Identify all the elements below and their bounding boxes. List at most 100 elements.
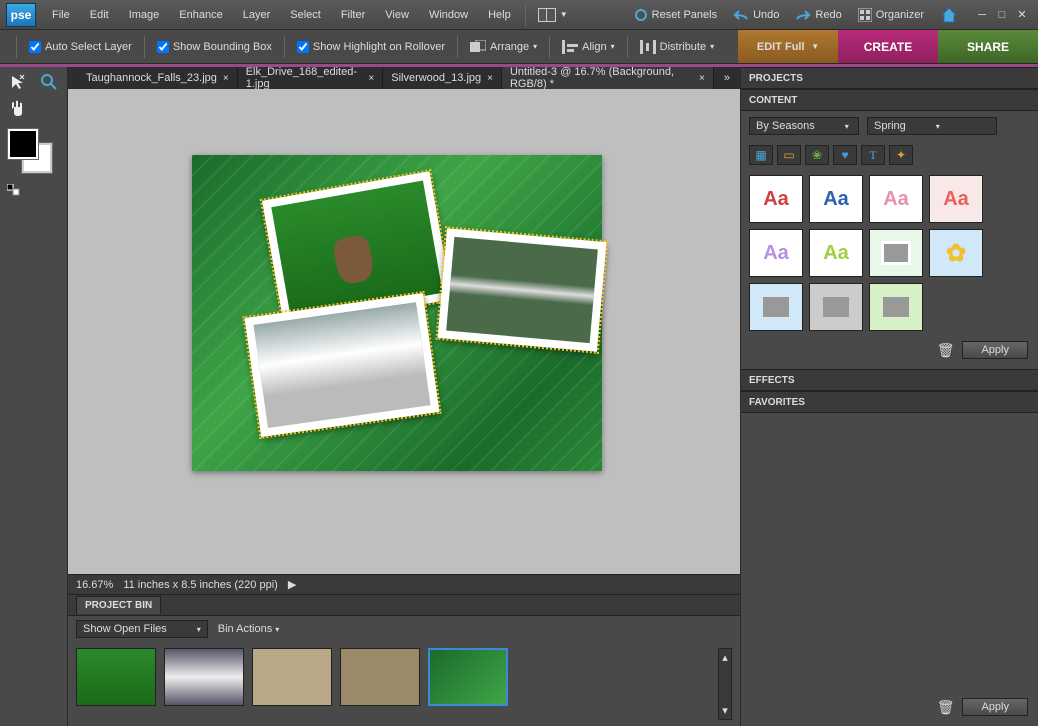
content-filter-themes-icon[interactable]: ✦ (889, 145, 913, 165)
gallery-item[interactable]: Aa (749, 175, 803, 223)
toolbox (0, 67, 68, 726)
menu-edit[interactable]: Edit (80, 0, 119, 29)
canvas-area[interactable] (68, 89, 740, 574)
home-button[interactable] (932, 0, 966, 29)
gallery-item[interactable]: Aa (929, 175, 983, 223)
content-filter-graphics-icon[interactable]: ❀ (805, 145, 829, 165)
content-filter-frames-icon[interactable]: ▭ (777, 145, 801, 165)
favorites-panel-header[interactable]: FAVORITES (741, 391, 1038, 413)
redo-button[interactable]: Redo (787, 0, 849, 29)
content-filter-shapes-icon[interactable]: ♥ (833, 145, 857, 165)
distribute-icon (640, 40, 656, 54)
zoom-tool[interactable] (36, 71, 64, 93)
hand-tool[interactable] (4, 97, 32, 119)
undo-button[interactable]: Undo (725, 0, 787, 29)
show-bounding-box-checkbox[interactable]: Show Bounding Box (149, 41, 280, 53)
doc-dimensions: 11 inches x 8.5 inches (220 ppi) (123, 579, 278, 591)
close-tab-icon[interactable]: × (368, 73, 374, 84)
content-filter-value[interactable]: Spring (867, 117, 997, 135)
app-logo: pse (6, 3, 36, 27)
menu-view[interactable]: View (375, 0, 419, 29)
menu-enhance[interactable]: Enhance (169, 0, 232, 29)
tabs-overflow[interactable]: » (714, 67, 740, 89)
gallery-item[interactable]: Aa (749, 229, 803, 277)
effects-panel-header[interactable]: EFFECTS (741, 369, 1038, 391)
undo-icon (733, 9, 749, 21)
content-gallery: Aa Aa Aa Aa Aa Aa ✿ (749, 169, 1030, 337)
menu-image[interactable]: Image (119, 0, 170, 29)
gallery-item[interactable]: ✿ (929, 229, 983, 277)
layout-picker[interactable]: ▼ (530, 0, 576, 29)
trash-icon[interactable]: 🗑 (937, 699, 955, 716)
color-swatches[interactable] (8, 129, 56, 177)
close-tab-icon[interactable]: × (487, 73, 493, 84)
document-tab[interactable]: Taughannock_Falls_23.jpg× (78, 67, 238, 89)
reset-icon (634, 8, 648, 22)
menu-window[interactable]: Window (419, 0, 478, 29)
gallery-item[interactable] (749, 283, 803, 331)
bin-actions-button[interactable]: Bin Actions ▾ (218, 623, 280, 635)
document-tab[interactable]: Silverwood_13.jpg× (383, 67, 502, 89)
distribute-button[interactable]: Distribute▾ (632, 40, 722, 54)
document-tab[interactable]: Untitled-3 @ 16.7% (Background, RGB/8) *… (502, 67, 714, 89)
document-canvas[interactable] (192, 155, 602, 471)
mode-create-tab[interactable]: CREATE (838, 30, 938, 63)
arrange-icon (470, 40, 486, 54)
gallery-item[interactable] (869, 229, 923, 277)
auto-select-layer-checkbox[interactable]: Auto Select Layer (21, 41, 140, 53)
bin-thumb[interactable] (164, 648, 244, 706)
placed-photo[interactable] (245, 293, 440, 437)
reset-panels-button[interactable]: Reset Panels (626, 0, 725, 29)
align-button[interactable]: Align▾ (554, 40, 622, 54)
mode-share-tab[interactable]: SHARE (938, 30, 1038, 63)
highlight-rollover-checkbox[interactable]: Show Highlight on Rollover (289, 41, 453, 53)
gallery-item[interactable]: Aa (869, 175, 923, 223)
home-icon (940, 6, 958, 24)
bin-thumb[interactable] (428, 648, 508, 706)
close-button[interactable]: ✕ (1016, 9, 1028, 21)
arrange-button[interactable]: Arrange▾ (462, 40, 545, 54)
content-filter-text-icon[interactable]: T (861, 145, 885, 165)
layout-icon (538, 8, 556, 22)
foreground-color[interactable] (8, 129, 38, 159)
status-more-icon[interactable]: ▶ (288, 578, 296, 591)
menu-layer[interactable]: Layer (233, 0, 281, 29)
menu-filter[interactable]: Filter (331, 0, 375, 29)
gallery-item[interactable]: Aa (809, 229, 863, 277)
project-bin-header[interactable]: PROJECT BIN (76, 596, 161, 614)
move-tool[interactable] (4, 71, 32, 93)
zoom-level[interactable]: 16.67% (76, 579, 113, 591)
content-filter-type[interactable]: By Seasons (749, 117, 859, 135)
status-bar: 16.67% 11 inches x 8.5 inches (220 ppi) … (68, 574, 740, 594)
gallery-item[interactable] (809, 283, 863, 331)
menu-file[interactable]: File (42, 0, 80, 29)
organizer-button[interactable]: Organizer (850, 0, 932, 29)
content-filter-backgrounds-icon[interactable]: ▦ (749, 145, 773, 165)
gallery-item[interactable]: Aa (809, 175, 863, 223)
favorites-apply-button[interactable]: Apply (962, 698, 1028, 716)
bin-show-select[interactable]: Show Open Files (76, 620, 208, 638)
organizer-icon (858, 8, 872, 22)
projects-panel-header[interactable]: PROJECTS (741, 67, 1038, 89)
document-tab[interactable]: Elk_Drive_168_edited-1.jpg× (238, 67, 384, 89)
gallery-item[interactable] (869, 283, 923, 331)
menu-select[interactable]: Select (280, 0, 331, 29)
trash-icon[interactable]: 🗑 (937, 342, 955, 359)
bin-scrollbar[interactable]: ▴▾ (718, 648, 732, 720)
bin-thumb[interactable] (340, 648, 420, 706)
content-panel-header[interactable]: CONTENT (741, 89, 1038, 111)
mode-edit-tab[interactable]: EDIT Full ▼ (738, 30, 838, 63)
minimize-button[interactable]: ─ (976, 9, 988, 21)
content-apply-button[interactable]: Apply (962, 341, 1028, 359)
close-tab-icon[interactable]: × (699, 73, 705, 84)
swap-colors-icon[interactable] (4, 183, 24, 197)
placed-photo[interactable] (438, 228, 607, 352)
maximize-button[interactable]: □ (996, 9, 1008, 21)
project-bin: ▴▾ (68, 642, 740, 726)
align-icon (562, 40, 578, 54)
document-tabs: Taughannock_Falls_23.jpg× Elk_Drive_168_… (68, 67, 740, 89)
menu-help[interactable]: Help (478, 0, 521, 29)
close-tab-icon[interactable]: × (223, 73, 229, 84)
bin-thumb[interactable] (252, 648, 332, 706)
bin-thumb[interactable] (76, 648, 156, 706)
